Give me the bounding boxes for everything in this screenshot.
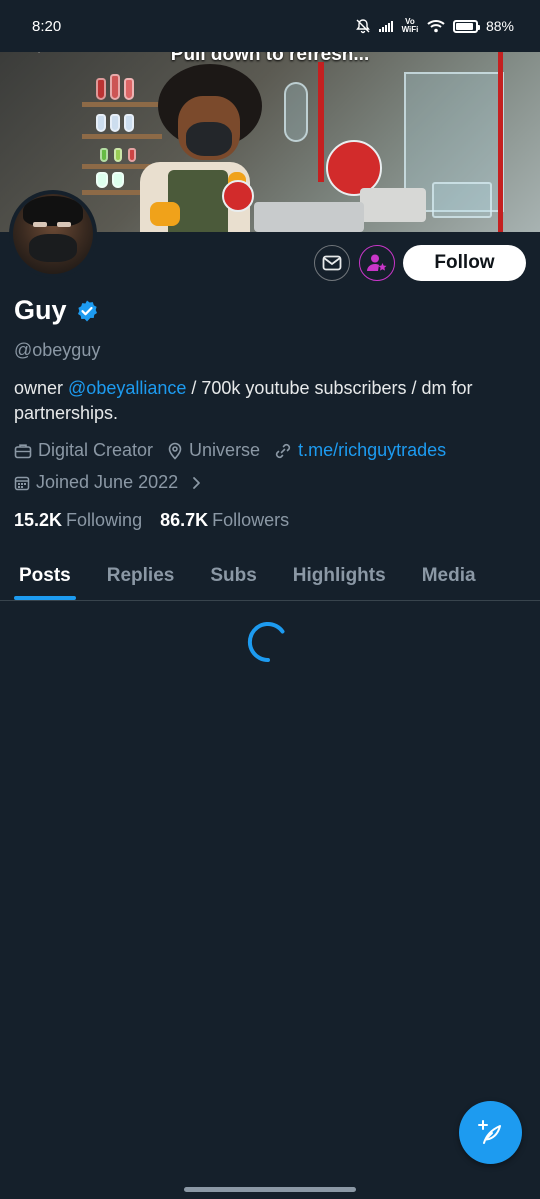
- joined-row[interactable]: Joined June 2022: [14, 472, 218, 493]
- bio-prefix: owner: [14, 378, 69, 398]
- followers-count: 86.7K: [160, 510, 209, 530]
- tab-subs[interactable]: Subs: [192, 552, 274, 600]
- followers-label: Followers: [212, 510, 290, 530]
- status-time: 8:20: [32, 17, 62, 35]
- subscribe-button[interactable]: [359, 245, 395, 281]
- tab-label: Media: [421, 565, 476, 586]
- user-handle: @obeyguy: [14, 340, 101, 360]
- location-item: Universe: [167, 440, 260, 461]
- display-name: Guy: [14, 295, 67, 325]
- active-tab-indicator: [14, 596, 76, 600]
- verified-badge-icon[interactable]: [75, 299, 99, 323]
- loading-spinner-icon: [247, 622, 285, 663]
- tab-label: Highlights: [292, 565, 386, 586]
- following-stat[interactable]: 15.2K Following: [14, 510, 142, 531]
- calendar-icon: [14, 476, 30, 490]
- avatar[interactable]: [9, 190, 97, 278]
- profile-tabs: Posts Replies Subs Highlights Media: [0, 552, 540, 601]
- tab-replies[interactable]: Replies: [89, 552, 193, 600]
- following-label: Following: [66, 510, 143, 530]
- battery-percent: 88%: [485, 18, 514, 34]
- battery-icon: [452, 19, 480, 33]
- location-pin-icon: [168, 442, 182, 460]
- briefcase-icon: [14, 443, 32, 458]
- category-item: Digital Creator: [14, 440, 153, 461]
- status-icons: Vo WiFi 88%: [355, 18, 514, 34]
- bell-muted-icon: [356, 19, 370, 34]
- name-row: Guy: [14, 295, 99, 326]
- website-item[interactable]: t.me/richguytrades: [274, 440, 446, 461]
- tab-posts[interactable]: Posts: [0, 552, 89, 600]
- location-label: Universe: [189, 440, 261, 460]
- envelope-icon: [322, 255, 342, 271]
- following-count: 15.2K: [14, 510, 63, 530]
- joined-item[interactable]: Joined June 2022: [14, 472, 204, 493]
- status-bar: 8:20 Vo WiFi 88%: [0, 0, 540, 52]
- category-label: Digital Creator: [38, 440, 154, 460]
- feather-plus-icon: [477, 1119, 501, 1144]
- tab-label: Posts: [19, 565, 71, 586]
- wifi-icon: [427, 20, 445, 33]
- home-indicator[interactable]: [184, 1187, 356, 1192]
- followers-stat[interactable]: 86.7K Followers: [160, 510, 289, 531]
- follow-stats: 15.2K Following 86.7K Followers: [14, 510, 289, 531]
- chevron-right-icon: [193, 476, 201, 489]
- tab-label: Subs: [210, 565, 257, 586]
- tab-highlights[interactable]: Highlights: [275, 552, 404, 600]
- signal-icon: [378, 20, 393, 32]
- vowifi-icon: Vo WiFi: [401, 17, 419, 34]
- message-button[interactable]: [314, 245, 350, 281]
- tab-media[interactable]: Media: [404, 552, 494, 600]
- compose-post-button[interactable]: [459, 1101, 522, 1164]
- profile-bio: owner @obeyalliance / 700k youtube subsc…: [14, 376, 529, 426]
- profile-meta-row: Digital Creator Universe t.me/richguytra…: [14, 440, 460, 461]
- joined-label: Joined June 2022: [36, 472, 179, 492]
- bio-mention-link[interactable]: @obeyalliance: [68, 378, 186, 398]
- follow-button[interactable]: Follow: [403, 245, 526, 281]
- link-icon: [275, 443, 291, 458]
- person-star-icon: [367, 254, 387, 271]
- profile-screen: 8:20 Vo WiFi 88% Pull down to refresh...…: [0, 0, 540, 1199]
- pull-to-refresh-text: Pull down to refresh...: [170, 52, 370, 65]
- tab-label: Replies: [106, 565, 175, 586]
- website-link[interactable]: t.me/richguytrades: [298, 440, 446, 461]
